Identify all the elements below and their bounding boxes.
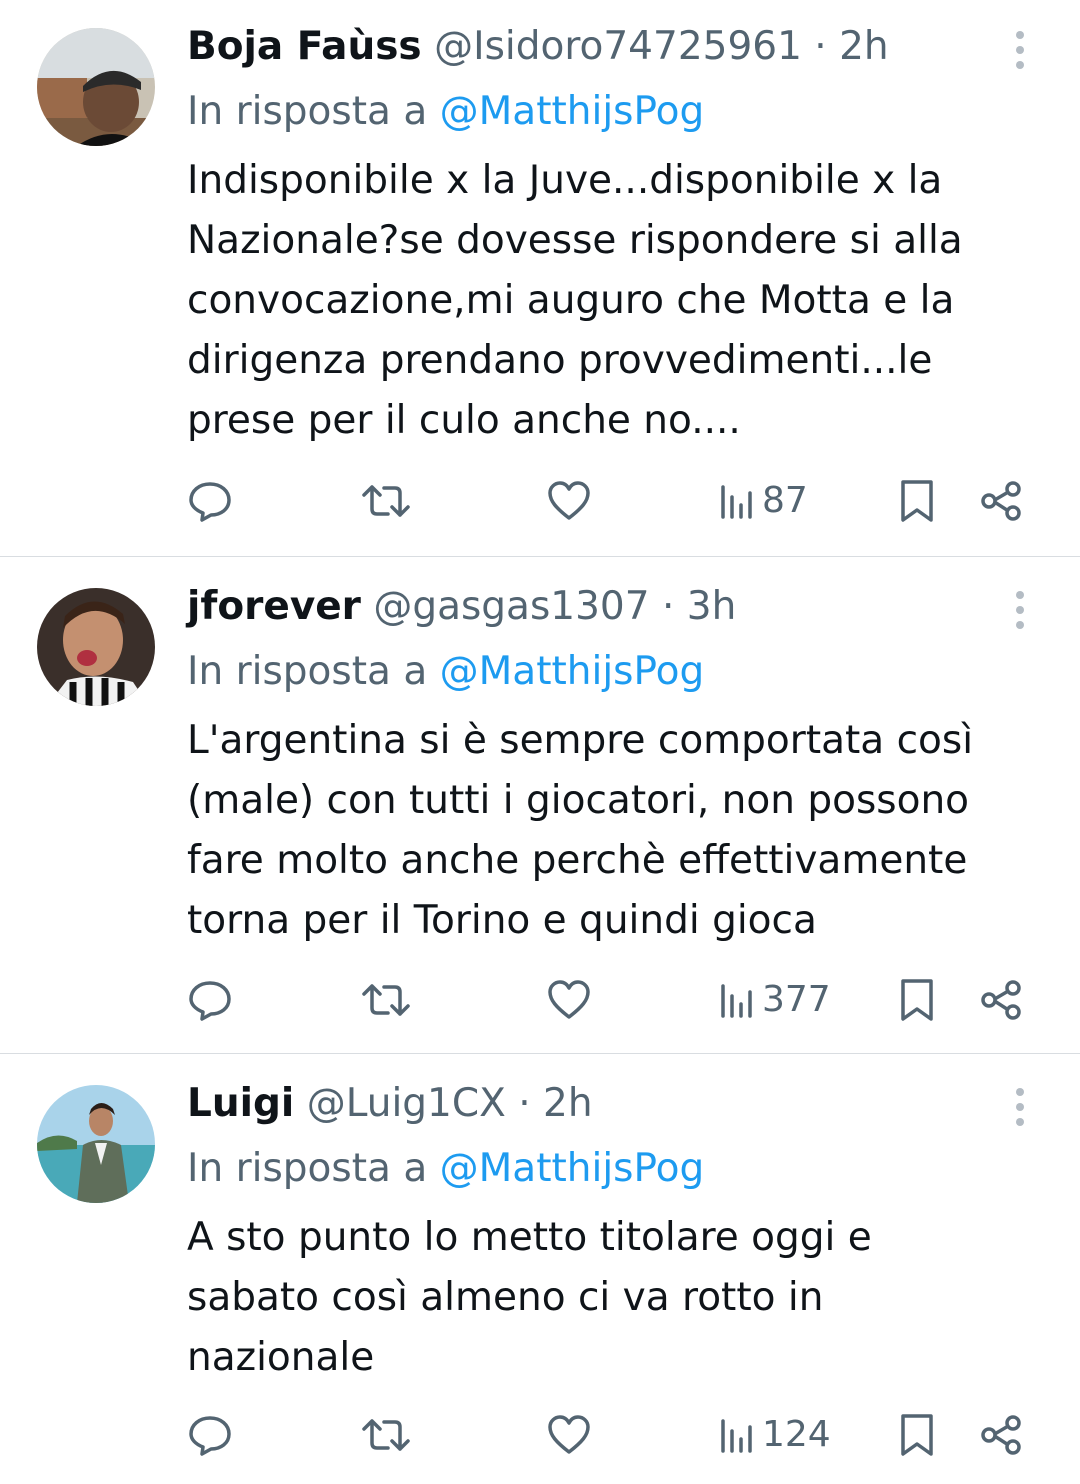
more-icon <box>1016 591 1024 629</box>
bookmark-icon <box>901 979 933 1021</box>
bookmark-button[interactable] <box>897 1410 937 1460</box>
reply-button[interactable] <box>187 975 233 1025</box>
like-icon <box>548 481 590 520</box>
share-icon <box>981 1415 1021 1455</box>
bookmark-button[interactable] <box>897 476 937 526</box>
more-options-button[interactable] <box>1005 588 1035 632</box>
like-button[interactable] <box>546 1410 592 1460</box>
display-name[interactable]: jforever <box>187 584 361 629</box>
reply-button[interactable] <box>187 476 233 526</box>
tweet[interactable]: jforever @gasgas1307 · 3h In risposta a … <box>0 556 1080 1053</box>
share-icon <box>981 481 1021 521</box>
retweet-button[interactable] <box>360 1410 412 1460</box>
like-icon <box>548 1415 590 1454</box>
bookmark-button[interactable] <box>897 975 937 1025</box>
views-icon <box>721 485 752 519</box>
reply-mention-link[interactable]: @MatthijsPog <box>440 1146 705 1191</box>
retweet-icon <box>362 485 410 517</box>
bookmark-icon <box>901 480 933 522</box>
avatar[interactable] <box>37 1085 155 1203</box>
retweet-icon <box>362 984 410 1016</box>
like-button[interactable] <box>546 476 592 526</box>
user-handle[interactable]: @gasgas1307 <box>373 584 649 629</box>
views-icon <box>721 1419 752 1453</box>
tweet[interactable]: Luigi @Luig1CX · 2h In risposta a @Matth… <box>0 1053 1080 1484</box>
reply-mention-link[interactable]: @MatthijsPog <box>440 649 705 694</box>
tweet-header: Boja Faùss @Isidoro74725961 · 2h <box>187 23 889 71</box>
like-icon <box>548 980 590 1019</box>
more-icon <box>1016 31 1024 69</box>
display-name[interactable]: Boja Faùss <box>187 24 422 69</box>
timestamp[interactable]: 2h <box>543 1081 593 1126</box>
timestamp[interactable]: 2h <box>839 24 889 69</box>
tweet-text: Indisponibile x la Juve...disponibile x … <box>187 158 963 443</box>
views-count: 124 <box>762 1414 831 1455</box>
reply-mention-link[interactable]: @MatthijsPog <box>440 89 705 134</box>
timestamp[interactable]: 3h <box>687 584 737 629</box>
reply-context: In risposta a @MatthijsPog <box>187 648 704 696</box>
retweet-button[interactable] <box>360 975 412 1025</box>
more-options-button[interactable] <box>1005 1085 1035 1129</box>
views-button[interactable]: 377 <box>718 975 831 1025</box>
user-handle[interactable]: @Luig1CX <box>307 1081 506 1126</box>
views-icon <box>721 984 752 1018</box>
views-count: 377 <box>762 979 831 1020</box>
separator-dot: · <box>814 24 827 69</box>
avatar[interactable] <box>37 588 155 706</box>
bookmark-icon <box>901 1414 933 1456</box>
separator-dot: · <box>518 1081 531 1126</box>
share-button[interactable] <box>978 476 1024 526</box>
share-button[interactable] <box>978 1410 1024 1460</box>
more-icon <box>1016 1088 1024 1126</box>
user-handle[interactable]: @Isidoro74725961 <box>434 24 802 69</box>
share-button[interactable] <box>978 975 1024 1025</box>
reply-icon <box>189 482 231 522</box>
tweet-text: A sto punto lo metto titolare oggi e sab… <box>187 1215 872 1380</box>
retweet-icon <box>362 1419 410 1451</box>
tweet[interactable]: Boja Faùss @Isidoro74725961 · 2h In risp… <box>0 0 1080 556</box>
views-button[interactable]: 87 <box>718 476 808 526</box>
more-options-button[interactable] <box>1005 28 1035 72</box>
reply-context: In risposta a @MatthijsPog <box>187 88 704 136</box>
reply-prefix: In risposta a <box>187 649 428 694</box>
separator-dot: · <box>661 584 675 629</box>
tweet-text: L'argentina si è sempre comportata così … <box>187 718 974 943</box>
tweet-header: jforever @gasgas1307 · 3h <box>187 583 736 631</box>
like-button[interactable] <box>546 975 592 1025</box>
share-icon <box>981 980 1021 1020</box>
action-bar: 377 <box>0 975 1080 1025</box>
views-count: 87 <box>762 480 808 521</box>
tweet-header: Luigi @Luig1CX · 2h <box>187 1080 593 1128</box>
reply-icon <box>189 1416 231 1456</box>
reply-prefix: In risposta a <box>187 1146 428 1191</box>
action-bar: 124 <box>0 1410 1080 1460</box>
reply-context: In risposta a @MatthijsPog <box>187 1145 704 1193</box>
reply-button[interactable] <box>187 1410 233 1460</box>
reply-icon <box>189 981 231 1021</box>
views-button[interactable]: 124 <box>718 1410 831 1460</box>
avatar[interactable] <box>37 28 155 146</box>
action-bar: 87 <box>0 476 1080 526</box>
display-name[interactable]: Luigi <box>187 1081 294 1126</box>
reply-prefix: In risposta a <box>187 89 428 134</box>
retweet-button[interactable] <box>360 476 412 526</box>
